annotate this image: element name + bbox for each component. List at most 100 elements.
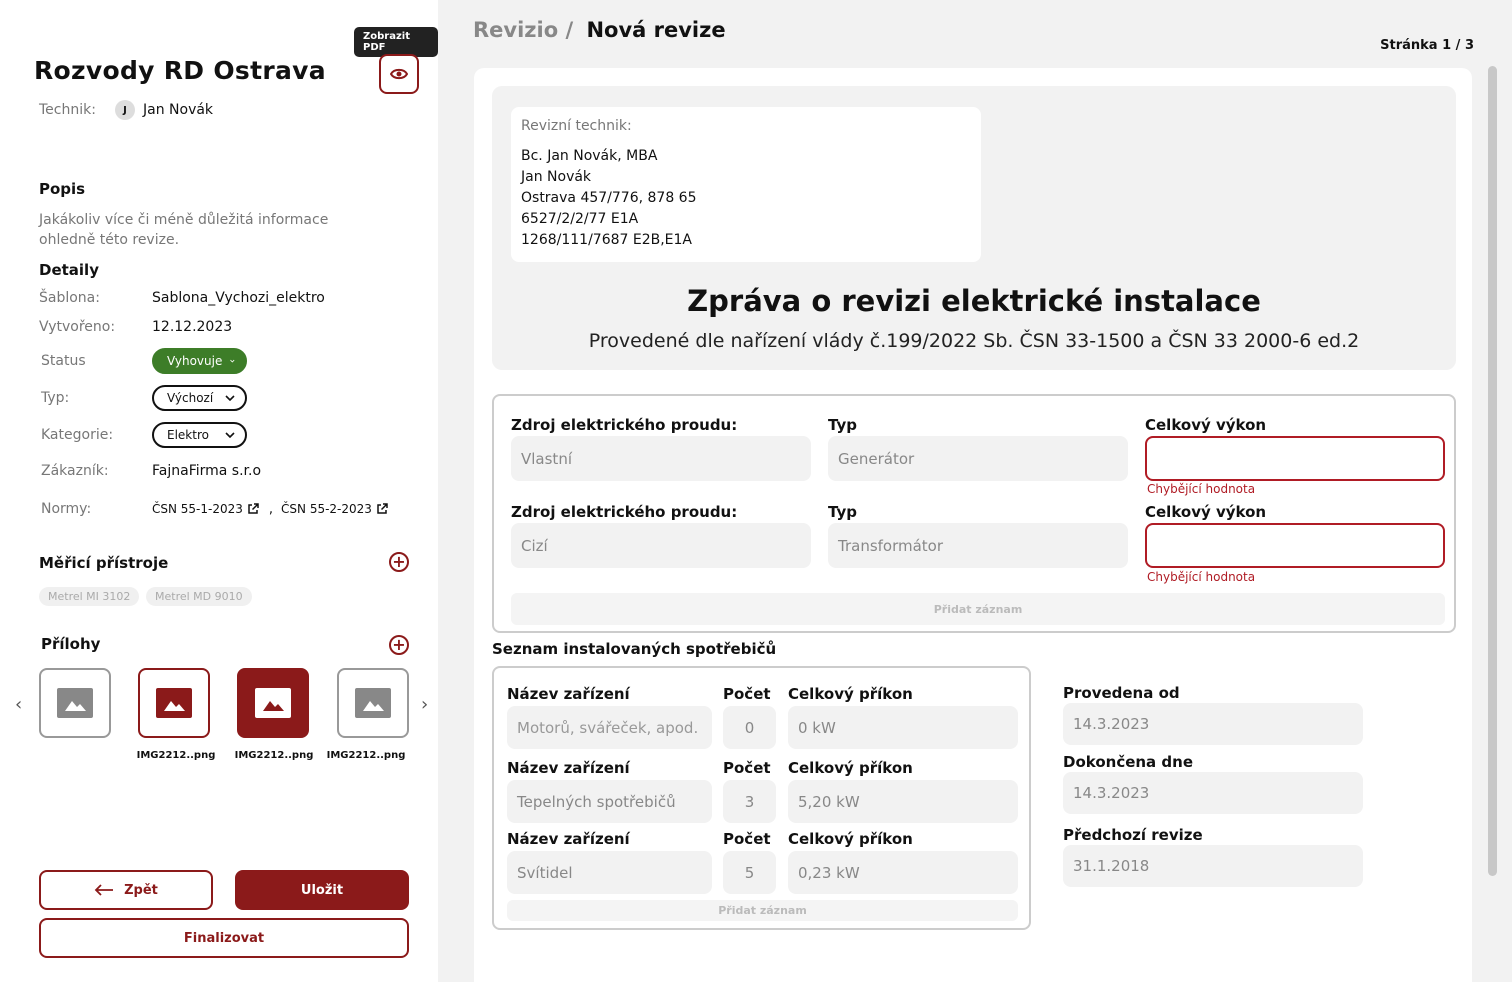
instrument-chip[interactable]: Metrel MI 3102 xyxy=(39,587,140,606)
status-dropdown[interactable]: Vyhovuje xyxy=(152,348,247,374)
appliance-count-input[interactable]: 5 xyxy=(723,851,776,894)
save-button[interactable]: Uložit xyxy=(235,870,409,910)
date-from-input[interactable]: 14.3.2023 xyxy=(1063,703,1363,745)
plus-icon: + xyxy=(392,552,406,571)
error-message: Chybějící hodnota xyxy=(1147,570,1256,584)
appliance-power-input[interactable]: 0,23 kW xyxy=(788,851,1018,894)
chevron-left-icon[interactable]: ‹ xyxy=(15,694,22,715)
scrollbar[interactable] xyxy=(1488,66,1497,876)
appliance-power-label: Celkový příkon xyxy=(788,685,913,703)
appliance-name-input[interactable]: Motorů, svářeček, apod. xyxy=(507,706,712,749)
chevron-down-icon xyxy=(230,359,235,363)
norm-link-text: ČSN 55-2-2023 xyxy=(281,502,372,516)
chevron-down-icon xyxy=(225,432,235,438)
attachments-title: Přílohy xyxy=(41,635,101,653)
technician-name: Jan Novák xyxy=(143,102,214,118)
tech-card-title: Revizní technik: xyxy=(521,118,632,134)
appliances-title: Seznam instalovaných spotřebičů xyxy=(492,640,777,658)
power-label: Celkový výkon xyxy=(1145,416,1267,434)
attachment-thumb[interactable] xyxy=(39,668,111,738)
source-label: Zdroj elektrického proudu: xyxy=(511,503,738,521)
category-label: Kategorie: xyxy=(41,427,114,443)
category-value: Elektro xyxy=(167,428,209,442)
source-input[interactable]: Cizí xyxy=(511,523,811,568)
external-link-icon xyxy=(248,503,259,514)
detail-status: Status Vyhovuje xyxy=(41,348,247,374)
norm-separator: , xyxy=(268,501,274,517)
category-dropdown[interactable]: Elektro xyxy=(152,422,247,448)
tech-line: 1268/111/7687 E2B,E1A xyxy=(521,232,693,248)
appliance-power-label: Celkový příkon xyxy=(788,830,913,848)
norm-link[interactable]: ČSN 55-1-2023 xyxy=(152,502,259,516)
tech-line: Jan Novák xyxy=(521,169,592,185)
power-input[interactable] xyxy=(1145,436,1445,481)
power-input[interactable] xyxy=(1145,523,1445,568)
attachment-thumb[interactable] xyxy=(337,668,409,738)
norm-link[interactable]: ČSN 55-2-2023 xyxy=(281,502,388,516)
appliance-count-label: Počet xyxy=(723,685,771,703)
type-label: Typ xyxy=(828,416,857,434)
technician-label: Technik: xyxy=(39,102,96,118)
page-indicator: Stránka 1 / 3 xyxy=(1380,38,1474,53)
tech-line: Bc. Jan Novák, MBA xyxy=(521,148,658,164)
date-prev-label: Předchozí revize xyxy=(1063,826,1203,844)
attachment-thumb[interactable] xyxy=(237,668,309,738)
instrument-chip[interactable]: Metrel MD 9010 xyxy=(146,587,252,606)
external-link-icon xyxy=(377,503,388,514)
appliance-count-input[interactable]: 3 xyxy=(723,780,776,823)
description-title: Popis xyxy=(39,180,86,198)
back-button[interactable]: Zpět xyxy=(39,870,213,910)
appliance-count-input[interactable]: 0 xyxy=(723,706,776,749)
project-title: Rozvody RD Ostrava xyxy=(34,56,326,85)
add-source-record-button[interactable]: Přidat záznam xyxy=(511,593,1445,625)
avatar: J xyxy=(115,100,135,120)
view-pdf-button[interactable] xyxy=(379,54,419,94)
instruments-title: Měřicí přístroje xyxy=(39,554,169,572)
status-value: Vyhovuje xyxy=(167,354,223,368)
norms-label: Normy: xyxy=(41,501,92,517)
add-instrument-button[interactable]: + xyxy=(389,552,409,572)
date-done-label: Dokončena dne xyxy=(1063,753,1193,771)
appliance-name-label: Název zařízení xyxy=(507,759,630,777)
breadcrumb-root[interactable]: Revizio / xyxy=(473,18,573,42)
type-value: Výchozí xyxy=(167,391,214,405)
technician-row: Technik: J Jan Novák xyxy=(39,100,213,120)
image-icon xyxy=(57,688,93,718)
attachment-thumb[interactable] xyxy=(138,668,210,738)
appliance-power-input[interactable]: 0 kW xyxy=(788,706,1018,749)
image-icon xyxy=(156,688,192,718)
template-value: Sablona_Vychozi_elektro xyxy=(152,290,325,306)
type-input[interactable]: Generátor xyxy=(828,436,1128,481)
add-appliance-record-button[interactable]: Přidat záznam xyxy=(507,900,1018,921)
type-input[interactable]: Transformátor xyxy=(828,523,1128,568)
finalize-button[interactable]: Finalizovat xyxy=(39,918,409,958)
customer-value: FajnaFirma s.r.o xyxy=(152,463,262,479)
page-title: Nová revize xyxy=(586,18,726,42)
created-value: 12.12.2023 xyxy=(152,319,233,335)
chevron-right-icon[interactable]: › xyxy=(421,694,428,715)
error-message: Chybějící hodnota xyxy=(1147,482,1256,496)
appliance-power-input[interactable]: 5,20 kW xyxy=(788,780,1018,823)
norm-link-text: ČSN 55-1-2023 xyxy=(152,502,243,516)
power-label: Celkový výkon xyxy=(1145,503,1267,521)
appliance-count-label: Počet xyxy=(723,830,771,848)
date-done-input[interactable]: 14.3.2023 xyxy=(1063,772,1363,814)
type-label: Typ xyxy=(828,503,857,521)
appliance-name-input[interactable]: Svítidel xyxy=(507,851,712,894)
description-text: Jakákoliv více či méně důležitá informac… xyxy=(39,212,329,248)
report-title: Zpráva o revizi elektrické instalace xyxy=(687,284,1261,318)
type-dropdown[interactable]: Výchozí xyxy=(152,385,247,411)
appliance-name-input[interactable]: Tepelných spotřebičů xyxy=(507,780,712,823)
created-label: Vytvořeno: xyxy=(39,319,116,335)
template-label: Šablona: xyxy=(39,290,100,306)
source-input[interactable]: Vlastní xyxy=(511,436,811,481)
attachment-name: IMG2212..png xyxy=(234,750,314,761)
appliance-power-label: Celkový příkon xyxy=(788,759,913,777)
date-prev-input[interactable]: 31.1.2018 xyxy=(1063,845,1363,887)
type-label: Typ: xyxy=(41,390,70,406)
image-icon xyxy=(255,688,291,718)
add-attachment-button[interactable]: + xyxy=(389,635,409,655)
back-label: Zpět xyxy=(124,882,158,898)
tech-line: 6527/2/2/77 E1A xyxy=(521,211,639,227)
appliance-count-label: Počet xyxy=(723,759,771,777)
